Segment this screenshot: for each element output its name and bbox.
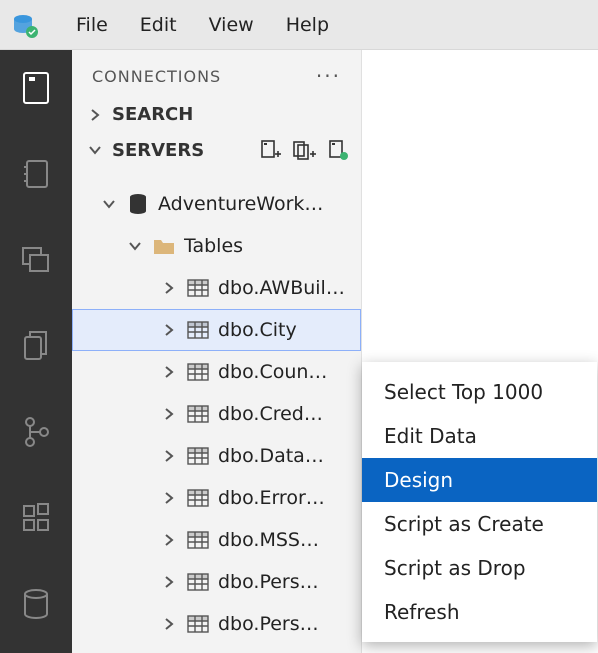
- chevron-down-icon: [86, 144, 104, 156]
- table-icon: [186, 276, 210, 300]
- chevron-right-icon: [160, 534, 178, 546]
- chevron-right-icon: [160, 492, 178, 504]
- menu-view[interactable]: View: [195, 10, 268, 40]
- menubar: File Edit View Help: [0, 0, 598, 50]
- activity-explorer-icon[interactable]: [0, 232, 72, 288]
- table-icon: [186, 486, 210, 510]
- tree-table-row[interactable]: dbo.Cred…: [72, 393, 361, 435]
- table-icon: [186, 402, 210, 426]
- activity-bar: [0, 50, 72, 653]
- tree-table-label: dbo.City: [218, 319, 297, 341]
- panel-servers[interactable]: SERVERS: [72, 131, 361, 169]
- chevron-down-icon: [100, 198, 118, 210]
- app-icon: [8, 8, 42, 42]
- more-icon[interactable]: ···: [316, 64, 341, 88]
- tree-table-row[interactable]: dbo.MSS…: [72, 519, 361, 561]
- tree-table-row[interactable]: dbo.Pers…: [72, 603, 361, 645]
- chevron-right-icon: [160, 366, 178, 378]
- activity-connections-icon[interactable]: [0, 60, 72, 116]
- tree-table-label: dbo.Pers…: [218, 571, 319, 593]
- table-icon: [186, 570, 210, 594]
- tree-table-label: dbo.MSS…: [218, 529, 319, 551]
- sidebar-title: CONNECTIONS: [92, 67, 221, 86]
- sidebar: CONNECTIONS ··· SEARCH SERVERS: [72, 50, 362, 653]
- tree-database-label: AdventureWork…: [158, 193, 323, 215]
- activity-source-control-icon[interactable]: [0, 404, 72, 460]
- tree-row-truncated: [72, 169, 361, 183]
- tree-table-row[interactable]: dbo.AWBuil…: [72, 267, 361, 309]
- panel-servers-label: SERVERS: [112, 140, 204, 161]
- server-status-icon[interactable]: [325, 137, 351, 163]
- database-icon: [126, 192, 150, 216]
- table-icon: [186, 318, 210, 342]
- table-icon: [186, 612, 210, 636]
- tree-table-row[interactable]: dbo.Error…: [72, 477, 361, 519]
- context-menu-item[interactable]: Design: [362, 458, 597, 502]
- tree-table-label: dbo.Data…: [218, 445, 324, 467]
- sidebar-header: CONNECTIONS ···: [72, 50, 361, 98]
- tree-table-row[interactable]: dbo.Pers…: [72, 561, 361, 603]
- tree-folder-label: Tables: [184, 235, 243, 257]
- tree-database[interactable]: AdventureWork…: [72, 183, 361, 225]
- activity-database-icon[interactable]: [0, 576, 72, 632]
- menu-edit[interactable]: Edit: [126, 10, 191, 40]
- tree-table-label: dbo.Coun…: [218, 361, 327, 383]
- folder-icon: [152, 234, 176, 258]
- context-menu: Select Top 1000Edit DataDesignScript as …: [362, 362, 597, 642]
- chevron-right-icon: [160, 408, 178, 420]
- menu-file[interactable]: File: [62, 10, 122, 40]
- chevron-right-icon: [160, 450, 178, 462]
- tree-table-row[interactable]: dbo.Coun…: [72, 351, 361, 393]
- panel-search-label: SEARCH: [112, 104, 193, 125]
- tree-table-row[interactable]: dbo.Data…: [72, 435, 361, 477]
- new-connection-icon[interactable]: [257, 137, 283, 163]
- panel-search[interactable]: SEARCH: [72, 98, 361, 131]
- tree-table-row[interactable]: dbo.City: [72, 309, 361, 351]
- activity-notebook-icon[interactable]: [0, 146, 72, 202]
- activity-extensions-icon[interactable]: [0, 490, 72, 546]
- context-menu-item[interactable]: Refresh: [362, 590, 597, 634]
- tree-table-label: dbo.Cred…: [218, 403, 323, 425]
- context-menu-item[interactable]: Select Top 1000: [362, 370, 597, 414]
- chevron-right-icon: [160, 618, 178, 630]
- table-icon: [186, 444, 210, 468]
- tree-table-label: dbo.AWBuil…: [218, 277, 345, 299]
- menu-help[interactable]: Help: [272, 10, 343, 40]
- new-group-icon[interactable]: [291, 137, 317, 163]
- context-menu-item[interactable]: Script as Drop: [362, 546, 597, 590]
- tree-table-label: dbo.Pers…: [218, 613, 319, 635]
- chevron-right-icon: [86, 109, 104, 121]
- tree: AdventureWork… Tables dbo.AWBuil… dbo.Cit…: [72, 169, 361, 645]
- tree-tables-folder[interactable]: Tables: [72, 225, 361, 267]
- tree-table-label: dbo.Error…: [218, 487, 325, 509]
- table-icon: [186, 360, 210, 384]
- context-menu-item[interactable]: Script as Create: [362, 502, 597, 546]
- chevron-down-icon: [126, 240, 144, 252]
- chevron-right-icon: [160, 324, 178, 336]
- chevron-right-icon: [160, 576, 178, 588]
- context-menu-item[interactable]: Edit Data: [362, 414, 597, 458]
- table-icon: [186, 528, 210, 552]
- activity-copy-icon[interactable]: [0, 318, 72, 374]
- chevron-right-icon: [160, 282, 178, 294]
